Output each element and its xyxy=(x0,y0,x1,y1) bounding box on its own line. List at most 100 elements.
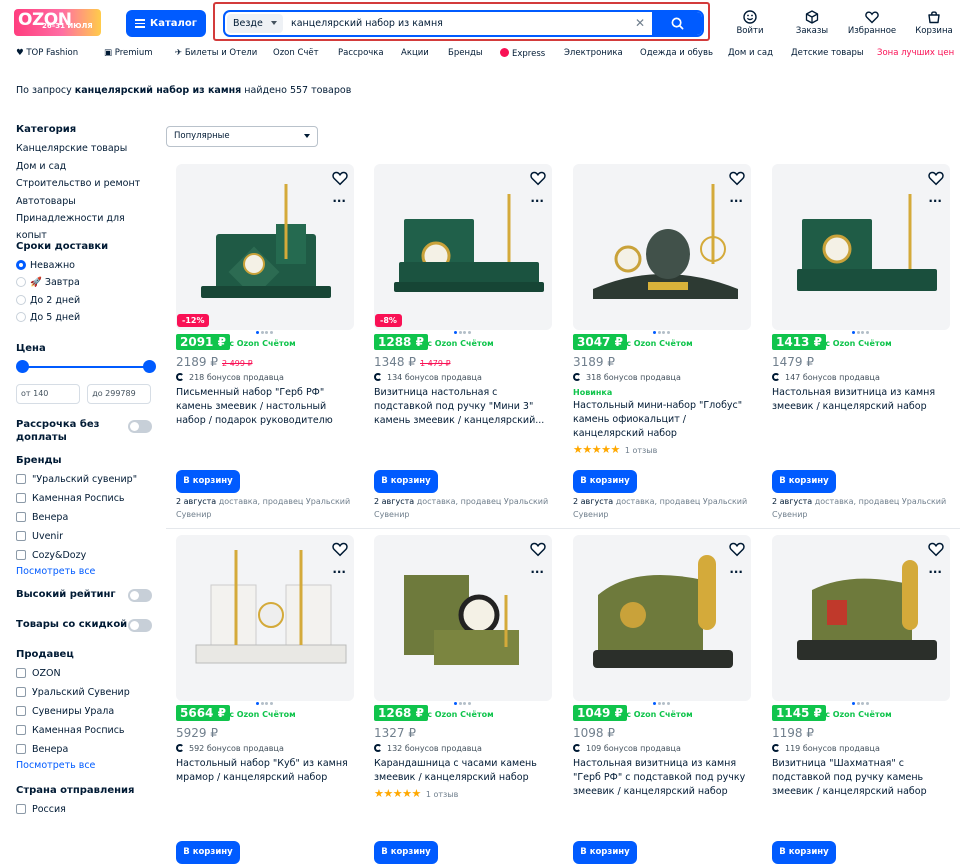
search-input[interactable]: канцелярский набор из камня xyxy=(291,12,443,35)
more-options-icon[interactable]: ··· xyxy=(729,195,743,207)
image-carousel-dots[interactable] xyxy=(653,697,671,708)
clear-icon[interactable]: ✕ xyxy=(635,16,645,30)
slider-handle-min[interactable] xyxy=(16,359,29,373)
product-image[interactable] xyxy=(772,535,950,701)
nav-item-express[interactable]: Express xyxy=(500,48,545,59)
product-image[interactable] xyxy=(374,535,552,701)
brand-checkbox[interactable]: Каменная Роспись xyxy=(16,490,156,509)
search-button[interactable] xyxy=(652,12,702,35)
product-image[interactable] xyxy=(573,164,751,330)
add-to-cart-button[interactable]: В корзину xyxy=(772,841,836,864)
category-link[interactable]: Автотовары xyxy=(16,193,156,211)
nav-item-kids[interactable]: Детские товары xyxy=(791,48,864,58)
product-card[interactable]: ··· 1145 ₽ с Ozon Счётом 1198 ₽ 119 бонусов … xyxy=(772,535,950,868)
seller-checkbox[interactable]: OZON xyxy=(16,665,156,684)
add-to-cart-button[interactable]: В корзину xyxy=(573,470,637,493)
image-carousel-dots[interactable] xyxy=(256,326,274,337)
favorite-heart-icon[interactable] xyxy=(928,170,944,186)
product-card[interactable]: ··· 3047 ₽ с Ozon Счётом 3189 ₽ 318 бонусов … xyxy=(573,164,751,524)
product-title[interactable]: Визитница "Шахматная" с подставкой под р… xyxy=(772,757,950,799)
favorite-heart-icon[interactable] xyxy=(332,541,348,557)
login-button[interactable]: Войти xyxy=(723,10,777,36)
orders-button[interactable]: Заказы xyxy=(785,10,839,36)
image-carousel-dots[interactable] xyxy=(256,697,274,708)
delivery-option[interactable]: До 2 дней xyxy=(16,292,156,310)
product-image[interactable] xyxy=(176,535,354,701)
brand-checkbox[interactable]: Uvenir xyxy=(16,528,156,547)
more-options-icon[interactable]: ··· xyxy=(530,195,544,207)
product-image[interactable] xyxy=(772,164,950,330)
image-carousel-dots[interactable] xyxy=(852,697,870,708)
nav-item-brands[interactable]: Бренды xyxy=(448,48,483,58)
more-options-icon[interactable]: ··· xyxy=(729,566,743,578)
ozon-logo[interactable]: OZON 26–31 ИЮЛЯ xyxy=(14,9,101,36)
add-to-cart-button[interactable]: В корзину xyxy=(772,470,836,493)
brand-checkbox[interactable]: Венера xyxy=(16,509,156,528)
nav-item-home[interactable]: Дом и сад xyxy=(728,48,773,58)
country-checkbox[interactable]: Россия xyxy=(16,801,156,820)
sellers-show-all[interactable]: Посмотреть все xyxy=(16,760,156,771)
nav-item-best-prices[interactable]: Зона лучших цен xyxy=(877,48,954,58)
product-title[interactable]: Настольная визитница из камня "Герб РФ" … xyxy=(573,757,751,799)
nav-item-promos[interactable]: Акции xyxy=(401,48,429,58)
seller-checkbox[interactable]: Каменная Роспись xyxy=(16,722,156,741)
favorite-heart-icon[interactable] xyxy=(928,541,944,557)
product-card[interactable]: ··· 1049 ₽ с Ozon Счётом 1098 ₽ 109 бонусов … xyxy=(573,535,751,868)
product-title[interactable]: Карандашница с часами камень змеевик / к… xyxy=(374,757,552,785)
add-to-cart-button[interactable]: В корзину xyxy=(374,470,438,493)
catalog-button[interactable]: Каталог xyxy=(126,10,206,37)
add-to-cart-button[interactable]: В корзину xyxy=(374,841,438,864)
nav-item-clothes[interactable]: Одежда и обувь xyxy=(640,48,713,58)
more-options-icon[interactable]: ··· xyxy=(928,195,942,207)
brand-checkbox[interactable]: "Уральский сувенир" xyxy=(16,471,156,490)
product-title[interactable]: Настольный мини-набор "Глобус" камень оф… xyxy=(573,399,751,441)
favorite-heart-icon[interactable] xyxy=(729,170,745,186)
add-to-cart-button[interactable]: В корзину xyxy=(176,470,240,493)
nav-item-premium[interactable]: ▣ Premium xyxy=(104,48,153,58)
delivery-option[interactable]: До 5 дней xyxy=(16,309,156,327)
image-carousel-dots[interactable] xyxy=(653,326,671,337)
brand-checkbox[interactable]: Cozy&Dozy xyxy=(16,547,156,566)
favorite-heart-icon[interactable] xyxy=(729,541,745,557)
favorite-heart-icon[interactable] xyxy=(530,541,546,557)
product-card[interactable]: ··· 5664 ₽ с Ozon Счётом 5929 ₽ 592 бонусов … xyxy=(176,535,354,868)
add-to-cart-button[interactable]: В корзину xyxy=(176,841,240,864)
product-rating[interactable]: ★★★★★ 1 отзыв xyxy=(573,443,657,456)
price-from-input[interactable]: от 140 xyxy=(16,383,80,404)
product-image[interactable] xyxy=(176,164,354,330)
nav-item-electronics[interactable]: Электроника xyxy=(564,48,623,58)
favorite-heart-icon[interactable] xyxy=(332,170,348,186)
favorite-heart-icon[interactable] xyxy=(530,170,546,186)
delivery-option[interactable]: 🚀 Завтра xyxy=(16,274,156,292)
slider-handle-max[interactable] xyxy=(143,359,156,373)
seller-checkbox[interactable]: Сувениры Урала xyxy=(16,703,156,722)
product-rating[interactable]: ★★★★★ 1 отзыв xyxy=(374,787,458,800)
more-options-icon[interactable]: ··· xyxy=(530,566,544,578)
image-carousel-dots[interactable] xyxy=(454,326,472,337)
favorites-button[interactable]: Избранное xyxy=(845,10,899,36)
installment-toggle[interactable] xyxy=(128,419,152,433)
product-card[interactable]: ··· -12% 2091 ₽ с Ozon Счётом 2189 ₽2 499 ₽2… xyxy=(176,164,354,524)
nav-item-installment[interactable]: Рассрочка xyxy=(338,48,384,58)
seller-checkbox[interactable]: Уральский Сувенир xyxy=(16,684,156,703)
category-link[interactable]: Строительство и ремонт xyxy=(16,175,156,193)
product-title[interactable]: Письменный набор "Герб РФ" камень змееви… xyxy=(176,386,354,428)
price-slider[interactable] xyxy=(16,359,156,374)
price-to-input[interactable]: до 299789 xyxy=(87,383,152,404)
nav-item-ozon-account[interactable]: Ozon Счёт xyxy=(273,48,319,58)
product-title[interactable]: Визитница настольная с подставкой под ру… xyxy=(374,386,552,428)
product-card[interactable]: ··· -8% 1288 ₽ с Ozon Счётом 1348 ₽1 479 ₽ 13… xyxy=(374,164,552,524)
add-to-cart-button[interactable]: В корзину xyxy=(573,841,637,864)
seller-checkbox[interactable]: Венера xyxy=(16,741,156,760)
search-scope-select[interactable]: Везде xyxy=(227,14,283,33)
product-card[interactable]: ··· 1413 ₽ с Ozon Счётом 1479 ₽ 147 бонусов … xyxy=(772,164,950,524)
high-rating-toggle[interactable] xyxy=(128,588,152,602)
product-card[interactable]: ··· 1268 ₽ с Ozon Счётом 1327 ₽ 132 бонусов … xyxy=(374,535,552,868)
image-carousel-dots[interactable] xyxy=(454,697,472,708)
product-title[interactable]: Настольный набор "Куб" из камня мрамор /… xyxy=(176,757,354,785)
category-link[interactable]: Канцелярские товары xyxy=(16,140,156,158)
nav-item-tickets[interactable]: ✈ Билеты и Отели xyxy=(175,48,257,58)
discount-toggle[interactable] xyxy=(128,618,152,632)
brands-show-all[interactable]: Посмотреть все xyxy=(16,566,156,577)
product-image[interactable] xyxy=(573,535,751,701)
